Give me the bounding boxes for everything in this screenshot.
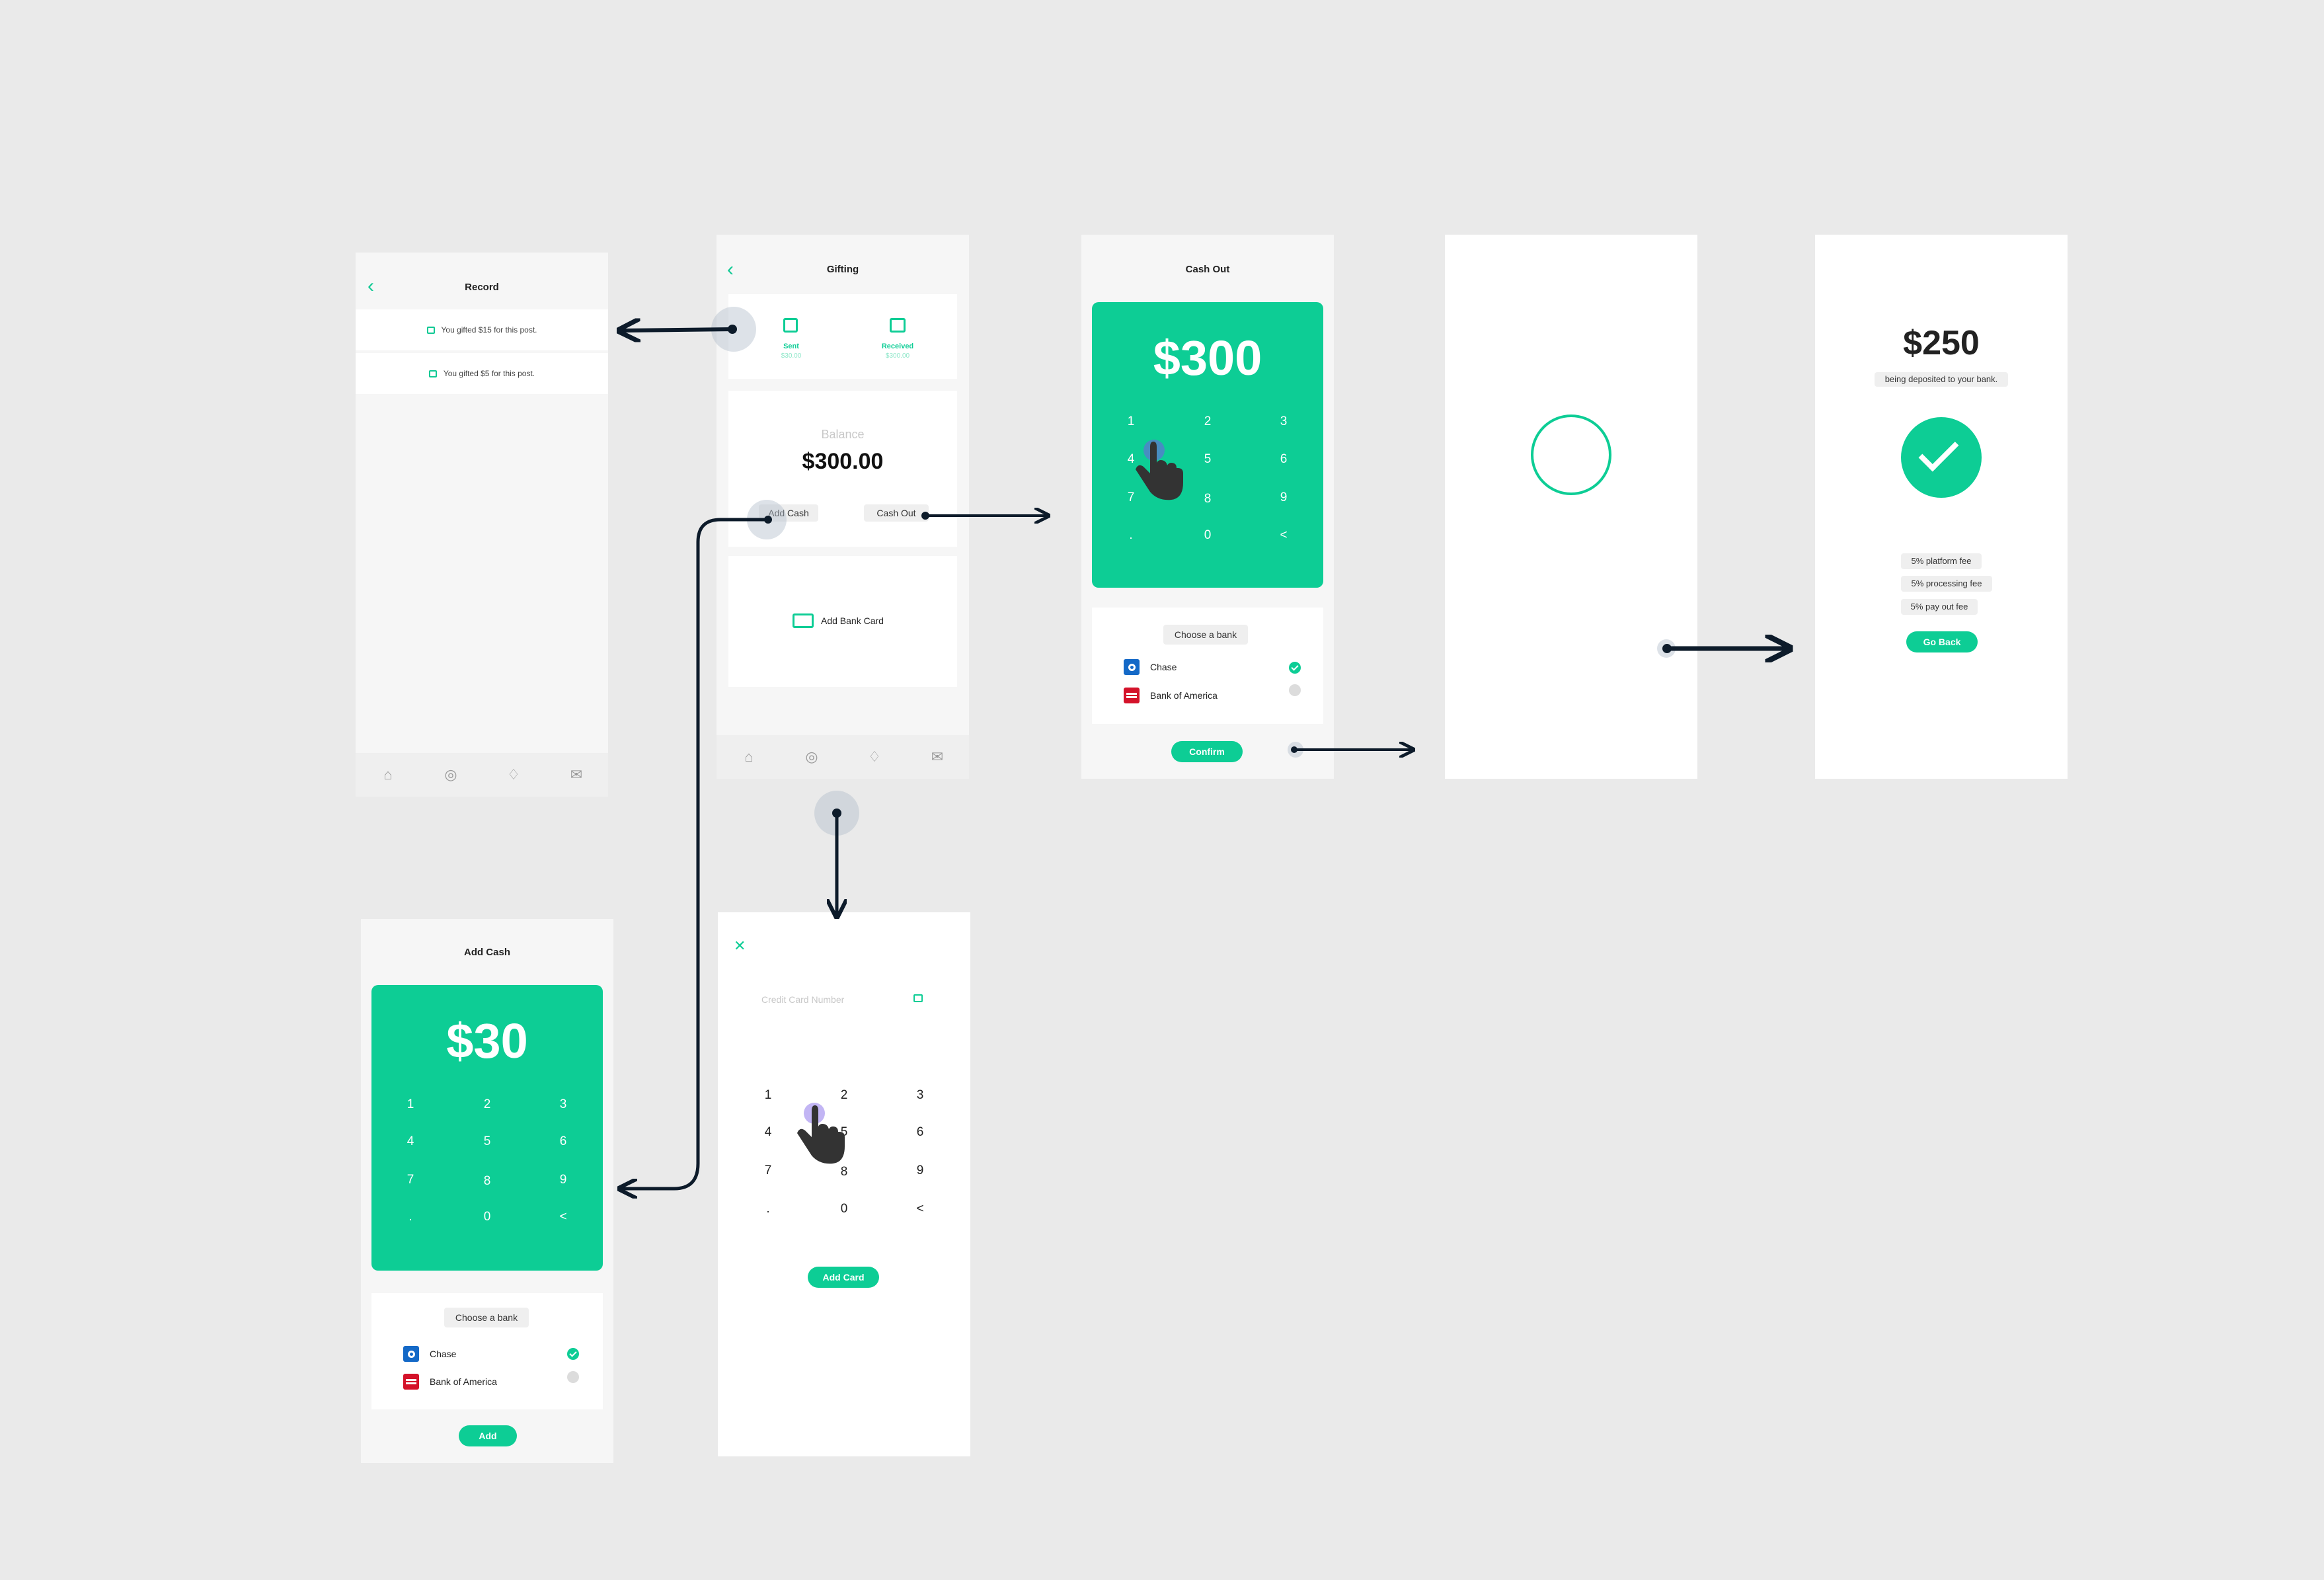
hand-cursor-icon xyxy=(1136,440,1183,500)
flow-arrow-to-record xyxy=(621,329,733,331)
flow-connectors xyxy=(0,307,2324,1580)
flow-arrow-to-add-cash xyxy=(621,518,768,1189)
hand-cursor-icon xyxy=(797,1103,845,1164)
